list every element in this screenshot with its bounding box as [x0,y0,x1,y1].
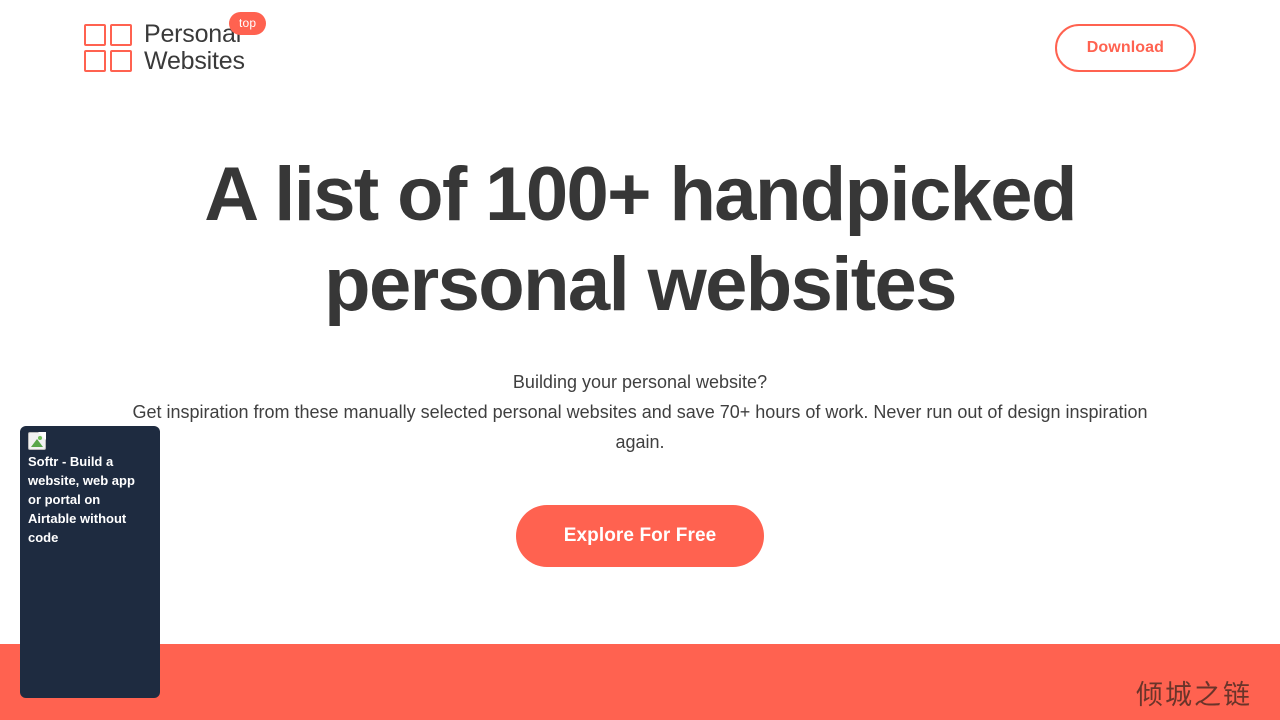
brand-logo-link[interactable]: Personal Websites top [84,12,267,75]
watermark-text: 倾城之链 [1136,680,1252,711]
made-with-softr-badge[interactable]: Softr - Build a website, web app or port… [20,426,160,698]
broken-image-corner [38,432,46,440]
hero-section: A list of 100+ handpicked personal websi… [0,150,1280,567]
logo-square-2 [110,24,132,46]
top-badge: top [229,12,267,35]
logo-square-4 [110,50,132,72]
page-title-line-2: personal websites [324,242,957,328]
logo-square-1 [84,24,106,46]
brand-line-2: Websites [144,47,245,75]
hero-subtitle-line-1: Building your personal website? [512,371,768,392]
cta-container: Explore For Free [90,504,1190,567]
download-button[interactable]: Download [1054,24,1196,72]
logo-square-3 [84,50,106,72]
four-squares-grid-icon [84,24,132,72]
page-title: A list of 100+ handpicked personal websi… [90,150,1190,331]
site-header: Personal Websites top Download [0,0,1280,96]
page-title-line-1: A list of 100+ handpicked [204,152,1077,237]
hero-subtitle-line-2: Get inspiration from these manually sele… [132,401,1003,422]
hero-subtitle: Building your personal website? Get insp… [110,367,1170,457]
broken-image-alt-label: Softr - Build a website, web app or port… [28,454,135,545]
broken-image-alt-text: Softr - Build a website, web app or port… [28,432,150,547]
page-root: Personal Websites top Download A list of… [0,0,1280,720]
footer-band: 倾城之链 [0,644,1280,720]
explore-for-free-button[interactable]: Explore For Free [515,504,765,567]
broken-image-icon [28,432,46,450]
